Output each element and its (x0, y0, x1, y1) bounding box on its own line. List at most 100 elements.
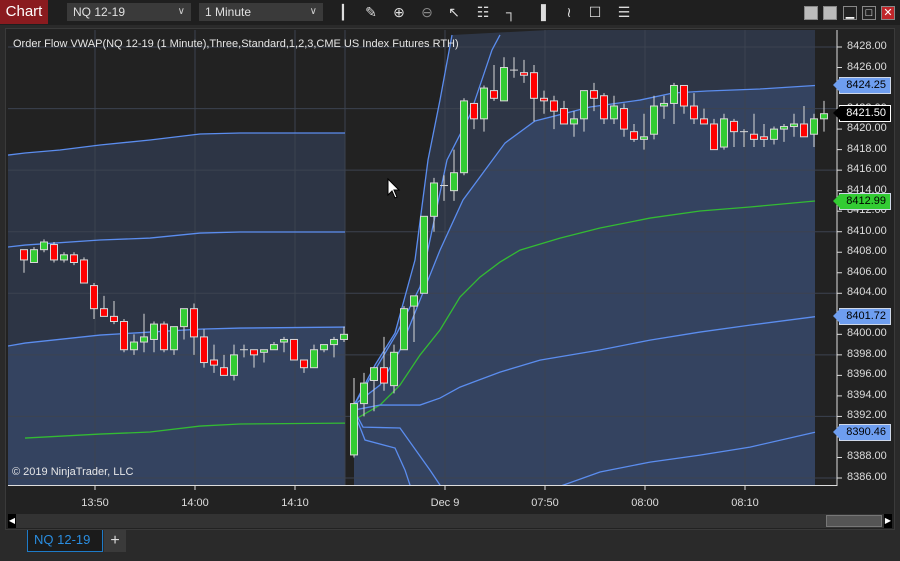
candle (80, 257, 88, 284)
candle-body (280, 338, 288, 343)
candle (290, 338, 298, 361)
candle-body (420, 215, 428, 294)
candle-body (640, 136, 648, 140)
price-axis-label: 8386.00 (847, 471, 887, 483)
price-axis-label: 8410.00 (847, 224, 887, 237)
candle-body (410, 295, 418, 307)
price-axis-label: 8418.00 (847, 142, 887, 155)
price-axis-label: 8388.00 (847, 450, 887, 463)
candle-body (80, 259, 88, 284)
candle-body (670, 84, 678, 104)
candle-body (300, 359, 308, 369)
candle-body (720, 118, 728, 148)
candle-body (360, 382, 368, 405)
candle-body (40, 241, 48, 251)
candle-body (760, 136, 768, 140)
price-axis-label: 8428.00 (847, 40, 887, 52)
candle-body (70, 254, 78, 264)
add-tab-button[interactable]: + (104, 530, 126, 552)
candle (460, 98, 468, 176)
candle-body (140, 336, 148, 343)
candle (50, 241, 58, 263)
candle-body (450, 172, 458, 192)
price-axis-label: 8416.00 (847, 163, 887, 176)
candle-body (90, 285, 98, 310)
indicator-label: Order Flow VWAP(NQ 12-19 (1 Minute),Thre… (13, 38, 459, 50)
candle-body (710, 123, 718, 151)
time-axis-label: 08:10 (731, 497, 759, 509)
candle-body (30, 249, 38, 264)
price-chart[interactable] (0, 0, 900, 561)
candle-body (730, 120, 738, 133)
candle-body (20, 249, 28, 261)
candle-body (380, 367, 388, 384)
candle (30, 247, 38, 264)
candle-body (270, 344, 278, 351)
candle-body (550, 100, 558, 112)
scrollbar-thumb[interactable] (826, 515, 882, 527)
candle-body (50, 244, 58, 261)
price-axis-label: 8400.00 (847, 327, 887, 340)
vwap-price-tag: 8412.99 (833, 192, 891, 210)
candle-body (200, 336, 208, 364)
price-axis-label: 8396.00 (847, 368, 887, 381)
candle-body (660, 102, 668, 107)
time-axis-label: 13:50 (81, 497, 109, 509)
candle (400, 306, 408, 351)
candle-body (350, 403, 358, 456)
candle-body (390, 351, 398, 387)
candle-body (610, 105, 618, 120)
scroll-left-icon[interactable]: ◀ (8, 514, 16, 528)
candle-body (100, 308, 108, 317)
candle-body (60, 254, 68, 261)
horizontal-scrollbar[interactable]: ◀ ▶ (8, 514, 892, 528)
price-axis-label: 8426.00 (847, 60, 887, 73)
price-axis-label: 8398.00 (847, 347, 887, 360)
candle-body (310, 349, 318, 369)
candle-body (810, 118, 818, 135)
candle-body (520, 72, 528, 76)
candle-body (150, 323, 158, 340)
candle-body (580, 90, 588, 120)
candle-body (220, 367, 228, 376)
candle-body (600, 95, 608, 120)
candle-body (340, 333, 348, 340)
candle-body (470, 102, 478, 120)
band-price-tag: 8424.25 (833, 76, 891, 94)
time-axis-label: 14:00 (181, 497, 209, 509)
candle-body (650, 105, 658, 135)
candle-body (490, 90, 498, 99)
last-price-tag: 8421.50 (833, 105, 891, 123)
candle-body (800, 123, 808, 138)
candle-body (230, 354, 238, 376)
time-axis-label: 07:50 (531, 497, 559, 509)
price-axis-label: 8392.00 (847, 409, 887, 422)
candle-body (790, 123, 798, 128)
candle-body (560, 108, 568, 125)
band-price-tag: 8401.72 (833, 308, 891, 326)
candle-body (700, 118, 708, 125)
candle-body (120, 321, 128, 351)
price-axis-label: 8406.00 (847, 265, 887, 278)
candle-body (570, 118, 578, 125)
candle-body (590, 90, 598, 99)
candle-body (620, 108, 628, 130)
candle-body (780, 126, 788, 130)
candle-body (290, 338, 298, 361)
candle-body (160, 323, 168, 351)
candle-body (680, 84, 688, 107)
candle-body (260, 349, 268, 353)
time-axis-label: Dec 9 (430, 497, 460, 509)
band-price-tag: 8390.46 (833, 423, 891, 441)
candle-body (460, 100, 468, 174)
candle (390, 344, 398, 394)
candle-body (530, 72, 538, 99)
candle-body (820, 113, 828, 120)
candle (420, 215, 428, 294)
scroll-right-icon[interactable]: ▶ (884, 514, 892, 528)
candle-body (190, 308, 198, 338)
candle (160, 321, 168, 353)
time-axis-label: 14:10 (281, 497, 309, 509)
candle-body (210, 359, 218, 366)
tab-nq-12-19[interactable]: NQ 12-19 (27, 530, 103, 552)
